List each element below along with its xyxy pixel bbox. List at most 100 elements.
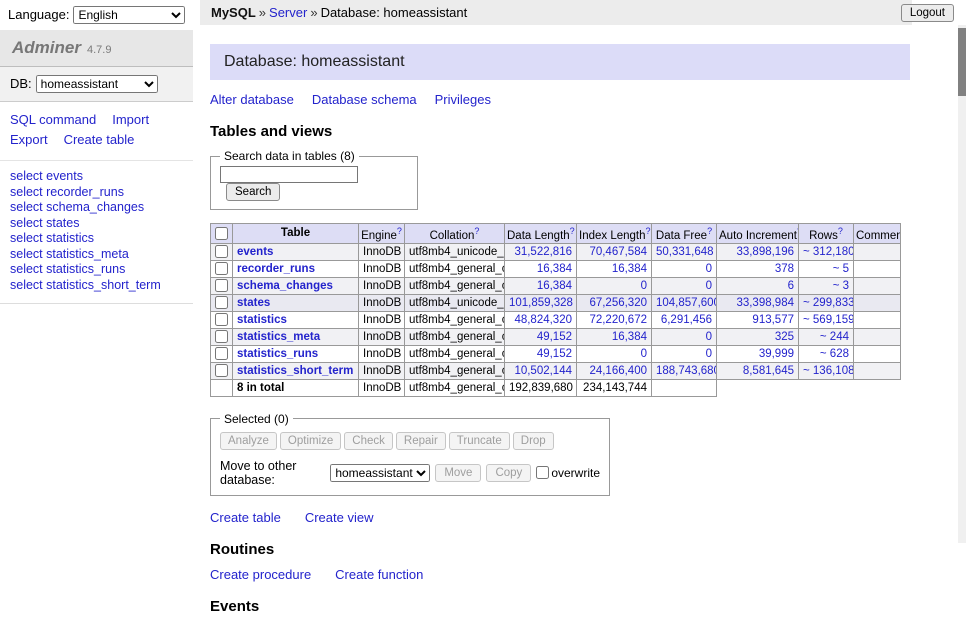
row-checkbox-states[interactable] xyxy=(215,296,228,309)
table-link-schema-changes[interactable]: schema_changes xyxy=(237,280,333,292)
data-free-link[interactable]: 50,331,648 xyxy=(656,246,714,258)
create-table-link[interactable]: Create table xyxy=(210,510,281,525)
auto-increment-link[interactable]: 378 xyxy=(775,263,794,275)
logout-button[interactable]: Logout xyxy=(901,4,954,22)
auto-increment-link[interactable]: 33,898,196 xyxy=(736,246,794,258)
data-free-link[interactable]: 104,857,600 xyxy=(656,297,717,309)
auto-increment-link[interactable]: 8,581,645 xyxy=(743,365,794,377)
move-button[interactable]: Move xyxy=(435,464,481,482)
row-checkbox-schema-changes[interactable] xyxy=(215,279,228,292)
create-function-link[interactable]: Create function xyxy=(335,567,423,582)
index-length-link[interactable]: 0 xyxy=(641,280,647,292)
row-checkbox-statistics-runs[interactable] xyxy=(215,347,228,360)
rows-count-link[interactable]: ~ 136,108 xyxy=(803,365,854,377)
create-procedure-link[interactable]: Create procedure xyxy=(210,567,311,582)
data-length-link[interactable]: 48,824,320 xyxy=(514,314,572,326)
sidebar-item-select-events[interactable]: select events xyxy=(10,169,183,185)
data-free-link[interactable]: 0 xyxy=(706,263,712,275)
sidebar-item-select-statistics[interactable]: select statistics xyxy=(10,231,183,247)
vertical-scrollbar[interactable] xyxy=(958,25,966,543)
auto-increment-link[interactable]: 913,577 xyxy=(752,314,794,326)
index-length-link[interactable]: 16,384 xyxy=(612,331,647,343)
analyze-button[interactable]: Analyze xyxy=(220,432,277,450)
scrollbar-thumb[interactable] xyxy=(958,28,966,96)
sidebar-link-sql-command[interactable]: SQL command xyxy=(10,112,96,127)
language-select[interactable]: English xyxy=(73,6,185,24)
data-length-link[interactable]: 49,152 xyxy=(537,348,572,360)
rows-count-link[interactable]: ~ 5 xyxy=(833,263,849,275)
index-length-link[interactable]: 72,220,672 xyxy=(589,314,647,326)
rows-count-link[interactable]: ~ 569,159 xyxy=(803,314,854,326)
auto-increment-link[interactable]: 39,999 xyxy=(759,348,794,360)
table-link-states[interactable]: states xyxy=(237,297,270,309)
data-length-link[interactable]: 16,384 xyxy=(537,263,572,275)
sidebar-item-select-statistics-short-term[interactable]: select statistics_short_term xyxy=(10,278,183,294)
row-checkbox-statistics[interactable] xyxy=(215,313,228,326)
sidebar-link-import[interactable]: Import xyxy=(112,112,149,127)
db-action-alter-database[interactable]: Alter database xyxy=(210,92,294,107)
data-free-link[interactable]: 0 xyxy=(706,280,712,292)
rows-count-link[interactable]: ~ 299,833 xyxy=(803,297,854,309)
data-free-link[interactable]: 0 xyxy=(706,331,712,343)
db-action-privileges[interactable]: Privileges xyxy=(435,92,491,107)
breadcrumb-link-server[interactable]: Server xyxy=(269,5,307,20)
help-link[interactable]: ? xyxy=(570,226,575,236)
table-link-statistics[interactable]: statistics xyxy=(237,314,287,326)
data-length-link[interactable]: 101,859,328 xyxy=(509,297,573,309)
db-action-database-schema[interactable]: Database schema xyxy=(312,92,417,107)
help-link[interactable]: ? xyxy=(646,226,651,236)
index-length-link[interactable]: 0 xyxy=(641,348,647,360)
index-length-link[interactable]: 70,467,584 xyxy=(589,246,647,258)
data-length-link[interactable]: 16,384 xyxy=(537,280,572,292)
data-free-link[interactable]: 6,291,456 xyxy=(661,314,712,326)
index-length-link[interactable]: 16,384 xyxy=(612,263,647,275)
rows-count-link[interactable]: ~ 3 xyxy=(833,280,849,292)
row-checkbox-statistics-meta[interactable] xyxy=(215,330,228,343)
auto-increment-link[interactable]: 325 xyxy=(775,331,794,343)
table-link-statistics-meta[interactable]: statistics_meta xyxy=(237,331,320,343)
truncate-button[interactable]: Truncate xyxy=(449,432,510,450)
check-button[interactable]: Check xyxy=(344,432,393,450)
table-link-statistics-runs[interactable]: statistics_runs xyxy=(237,348,318,360)
table-link-statistics-short-term[interactable]: statistics_short_term xyxy=(237,365,353,377)
auto-increment-link[interactable]: 6 xyxy=(788,280,794,292)
data-length-link[interactable]: 10,502,144 xyxy=(514,365,572,377)
rows-count-link[interactable]: ~ 312,180 xyxy=(803,246,854,258)
sidebar-link-export[interactable]: Export xyxy=(10,132,48,147)
search-input[interactable] xyxy=(220,166,358,183)
sidebar-link-create-table[interactable]: Create table xyxy=(64,132,135,147)
drop-button[interactable]: Drop xyxy=(513,432,554,450)
row-checkbox-statistics-short-term[interactable] xyxy=(215,364,228,377)
auto-increment-link[interactable]: 33,398,984 xyxy=(736,297,794,309)
select-all-checkbox[interactable] xyxy=(215,227,228,240)
search-button[interactable]: Search xyxy=(226,183,280,201)
index-length-link[interactable]: 67,256,320 xyxy=(589,297,647,309)
data-length-link[interactable]: 49,152 xyxy=(537,331,572,343)
repair-button[interactable]: Repair xyxy=(396,432,446,450)
help-link[interactable]: ? xyxy=(838,226,843,236)
row-checkbox-recorder-runs[interactable] xyxy=(215,262,228,275)
data-length-link[interactable]: 31,522,816 xyxy=(514,246,572,258)
db-select[interactable]: homeassistant xyxy=(36,75,158,93)
index-length-link[interactable]: 24,166,400 xyxy=(589,365,647,377)
sidebar-item-select-schema-changes[interactable]: select schema_changes xyxy=(10,200,183,216)
rows-count-link[interactable]: ~ 628 xyxy=(820,348,849,360)
sidebar-item-select-statistics-meta[interactable]: select statistics_meta xyxy=(10,247,183,263)
table-link-events[interactable]: events xyxy=(237,246,273,258)
sidebar-item-select-states[interactable]: select states xyxy=(10,216,183,232)
sidebar-item-select-recorder-runs[interactable]: select recorder_runs xyxy=(10,185,183,201)
sidebar-item-select-statistics-runs[interactable]: select statistics_runs xyxy=(10,262,183,278)
optimize-button[interactable]: Optimize xyxy=(280,432,341,450)
rows-count-link[interactable]: ~ 244 xyxy=(820,331,849,343)
copy-button[interactable]: Copy xyxy=(486,464,531,482)
breadcrumb-link-mysql[interactable]: MySQL xyxy=(211,5,256,20)
data-free-link[interactable]: 188,743,680 xyxy=(656,365,717,377)
data-free-link[interactable]: 0 xyxy=(706,348,712,360)
create-view-link[interactable]: Create view xyxy=(305,510,374,525)
help-link[interactable]: ? xyxy=(707,226,712,236)
help-link[interactable]: ? xyxy=(397,226,402,236)
move-db-select[interactable]: homeassistant xyxy=(330,464,430,482)
table-link-recorder-runs[interactable]: recorder_runs xyxy=(237,263,315,275)
row-checkbox-events[interactable] xyxy=(215,245,228,258)
overwrite-checkbox[interactable] xyxy=(536,466,549,479)
